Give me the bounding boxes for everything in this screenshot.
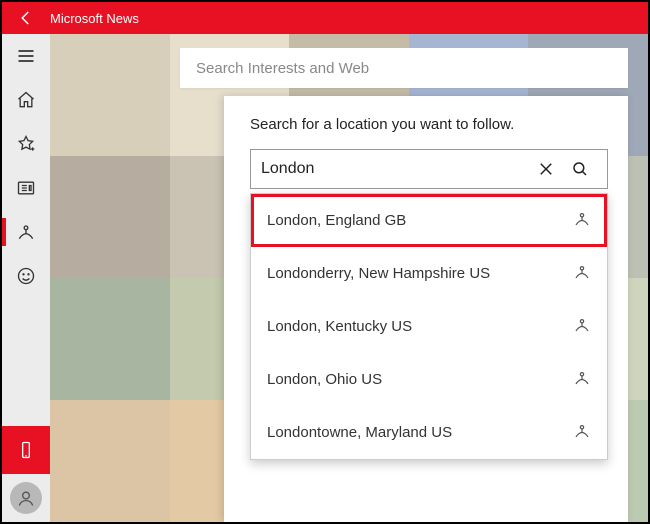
avatar — [10, 482, 42, 514]
location-suggestion[interactable]: Londontowne, Maryland US — [251, 406, 607, 459]
sidebar-item-interests[interactable] — [2, 122, 50, 166]
map-pin-icon — [573, 263, 591, 285]
home-icon — [16, 90, 36, 110]
suggestion-label: Londonderry, New Hampshire US — [267, 265, 490, 282]
sidebar — [2, 34, 50, 522]
sidebar-item-news[interactable] — [2, 166, 50, 210]
suggestion-label: London, England GB — [267, 212, 406, 229]
sidebar-item-account[interactable] — [2, 474, 50, 522]
map-pin-icon — [573, 422, 591, 444]
titlebar: Microsoft News — [2, 2, 648, 34]
sidebar-item-feedback[interactable] — [2, 254, 50, 298]
location-suggestion[interactable]: Londonderry, New Hampshire US — [251, 247, 607, 300]
star-plus-icon — [16, 134, 36, 154]
global-search-bar[interactable] — [180, 48, 628, 88]
suggestion-label: London, Kentucky US — [267, 318, 412, 335]
location-suggestion[interactable]: London, England GB — [251, 194, 607, 247]
sidebar-item-menu[interactable] — [2, 34, 50, 78]
sidebar-item-home[interactable] — [2, 78, 50, 122]
sidebar-item-local[interactable] — [2, 210, 50, 254]
location-panel: Search for a location you want to follow… — [224, 96, 628, 522]
app-title: Microsoft News — [50, 11, 139, 26]
location-search-wrap: London, England GB Londonderry, New Hamp… — [250, 149, 608, 189]
sidebar-item-devices[interactable] — [2, 426, 50, 474]
hamburger-icon — [16, 46, 36, 66]
clear-button[interactable] — [529, 160, 563, 178]
location-search-input[interactable] — [261, 160, 529, 178]
app-body: Search for a location you want to follow… — [2, 34, 648, 522]
map-pin-icon — [573, 316, 591, 338]
global-search-input[interactable] — [196, 60, 612, 77]
suggestion-label: London, Ohio US — [267, 371, 382, 388]
newspaper-icon — [16, 178, 36, 198]
map-pin-icon — [573, 210, 591, 232]
map-pin-icon — [16, 222, 36, 242]
person-icon — [16, 488, 36, 508]
location-search-box[interactable] — [250, 149, 608, 189]
suggestion-label: Londontowne, Maryland US — [267, 424, 452, 441]
arrow-left-icon — [17, 9, 35, 27]
close-icon — [537, 160, 555, 178]
location-panel-heading: Search for a location you want to follow… — [250, 116, 608, 133]
location-suggestions: London, England GB Londonderry, New Hamp… — [250, 193, 608, 460]
smiley-icon — [16, 266, 36, 286]
phone-icon — [16, 440, 36, 460]
map-pin-icon — [573, 369, 591, 391]
app-window: Microsoft News — [0, 0, 650, 524]
back-button[interactable] — [2, 2, 50, 34]
location-suggestion[interactable]: London, Kentucky US — [251, 300, 607, 353]
main-area: Search for a location you want to follow… — [50, 34, 648, 522]
search-icon — [571, 160, 589, 178]
search-button[interactable] — [563, 160, 597, 178]
location-suggestion[interactable]: London, Ohio US — [251, 353, 607, 406]
